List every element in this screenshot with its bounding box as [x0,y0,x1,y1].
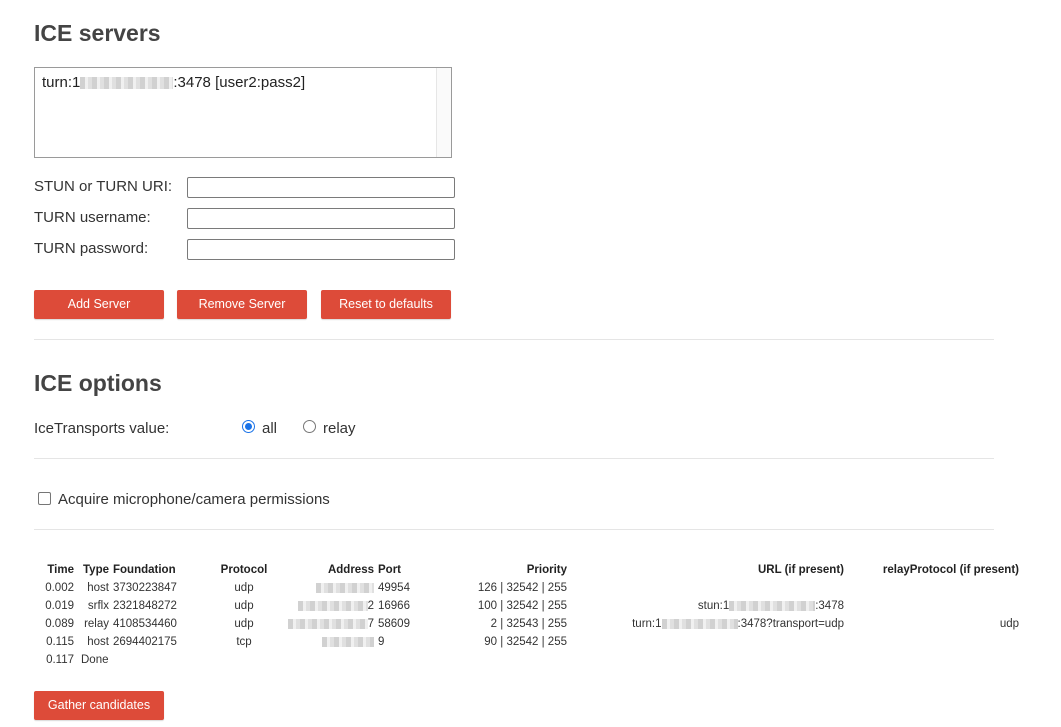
server-uri-suffix: :3478 [user2:pass2] [173,74,306,91]
stun-turn-uri-input[interactable] [187,177,455,198]
radio-relay-label[interactable]: relay [323,420,356,437]
cell-relay-protocol [844,579,1019,597]
url-prefix: turn:1 [632,618,662,630]
cell-url [567,633,844,651]
table-row: 0.089 relay 4108534460 udp 7 58609 2 | 3… [34,615,1019,633]
col-url-header: URL (if present) [757,564,844,576]
cell-relay-protocol [844,633,1019,651]
table-row: 0.115 host 2694402175 tcp 9 90 | 32542 |… [34,633,1019,651]
col-relay-protocol-header: relayProtocol (if present) [882,564,1019,576]
cell-type: host [87,582,109,594]
col-address-header: Address [327,564,374,576]
url-tail: :3478 [815,600,844,612]
ice-transports-label: IceTransports value: [34,420,170,437]
cell-foundation: 2694402175 [113,636,177,648]
redacted-url [729,600,816,611]
redacted-host [80,77,174,90]
cell-address: 2 [285,597,378,615]
cell-address: 7 [285,615,378,633]
cell-url [567,579,844,597]
col-port-header: Port [378,564,401,576]
cell-port: 9 [378,636,385,648]
cell-foundation: 3730223847 [113,582,177,594]
redacted-address [287,618,368,629]
cell-priority: 126 | 32542 | 255 [477,582,567,594]
cell-relay-protocol [844,597,1019,615]
address-tail: 2 [367,600,374,612]
col-protocol-header: Protocol [220,564,268,576]
redacted-address [297,600,368,611]
turn-username-input[interactable] [187,208,455,229]
table-header-row: Time Type Foundation Protocol Address Po… [34,561,1019,579]
turn-password-input[interactable] [187,239,455,260]
server-list-scrollbar[interactable] [436,68,451,157]
cell-address [285,633,378,651]
candidates-table: Time Type Foundation Protocol Address Po… [34,561,1019,669]
cell-type: host [87,636,109,648]
col-time-header: Time [47,564,74,576]
cell-time: 0.115 [46,636,74,648]
section-divider [34,529,994,530]
turn-username-label: TURN username: [34,209,151,226]
cell-time: 0.089 [45,618,74,630]
reset-defaults-button[interactable]: Reset to defaults [321,290,451,319]
cell-port: 16966 [378,600,410,612]
section-divider [34,458,994,459]
cell-priority: 100 | 32542 | 255 [477,600,567,612]
cell-foundation: 2321848272 [113,600,177,612]
gather-candidates-button[interactable]: Gather candidates [34,691,164,720]
cell-type: srflx [87,600,109,612]
cell-time: 0.002 [45,582,74,594]
ice-options-heading: ICE options [34,370,162,396]
col-foundation-header: Foundation [113,564,176,576]
cell-address [285,579,378,597]
radio-all[interactable] [242,420,255,433]
acquire-permissions-checkbox[interactable] [38,492,51,505]
cell-time: 0.019 [45,600,74,612]
redacted-url [661,618,738,629]
redacted-address [316,582,374,593]
address-tail: 7 [367,618,374,630]
cell-protocol: tcp [236,636,252,648]
cell-protocol: udp [234,618,254,630]
server-list-item[interactable]: turn:1 :3478 [user2:pass2] [42,74,305,91]
ice-servers-list[interactable]: turn:1 :3478 [user2:pass2] [34,67,452,158]
cell-type: relay [84,618,109,630]
server-uri-prefix: turn:1 [42,74,81,91]
table-row: 0.019 srflx 2321848272 udp 2 16966 100 |… [34,597,1019,615]
cell-priority: 2 | 32543 | 255 [490,618,567,630]
turn-password-label: TURN password: [34,240,149,257]
section-divider [34,339,994,340]
url-prefix: stun:1 [697,600,730,612]
cell-done: Done [81,654,109,666]
table-row-done: 0.117 Done [34,651,1019,669]
url-tail: :3478?transport=udp [737,618,844,630]
cell-url: stun:1 :3478 [567,597,844,615]
add-server-button[interactable]: Add Server [34,290,164,319]
acquire-permissions-label[interactable]: Acquire microphone/camera permissions [58,491,330,508]
cell-protocol: udp [234,600,254,612]
cell-port: 49954 [378,582,410,594]
cell-time: 0.117 [46,654,74,666]
radio-relay[interactable] [303,420,316,433]
col-type-header: Type [83,564,109,576]
remove-server-button[interactable]: Remove Server [177,290,307,319]
table-row: 0.002 host 3730223847 udp 49954 126 | 32… [34,579,1019,597]
cell-url: turn:1 :3478?transport=udp [567,615,844,633]
cell-priority: 90 | 32542 | 255 [484,636,567,648]
redacted-address [322,636,374,647]
ice-servers-heading: ICE servers [34,20,161,46]
radio-all-label[interactable]: all [262,420,277,437]
cell-relay-protocol: udp [999,618,1019,630]
cell-port: 58609 [378,618,410,630]
stun-turn-uri-label: STUN or TURN URI: [34,178,173,195]
cell-foundation: 4108534460 [113,618,177,630]
col-priority-header: Priority [526,564,567,576]
cell-protocol: udp [234,582,254,594]
